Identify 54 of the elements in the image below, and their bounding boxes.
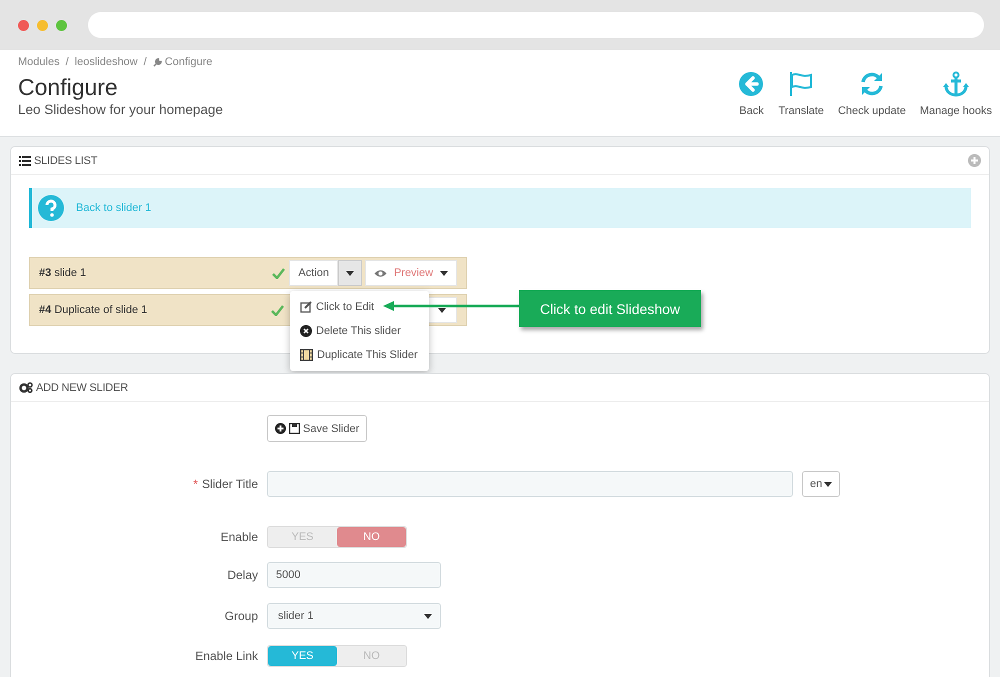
text-input-field[interactable]: 5000 bbox=[267, 562, 441, 588]
page-title: Configure bbox=[18, 74, 119, 101]
language-dropdown[interactable]: en bbox=[802, 471, 840, 497]
caret-icon bbox=[346, 270, 354, 276]
x-circle-icon bbox=[300, 325, 312, 337]
panel-title: SLIDES LIST bbox=[34, 154, 98, 166]
gears-icon bbox=[19, 382, 33, 393]
slide-title: #4 Duplicate of slide 1 bbox=[39, 304, 148, 316]
required-mark: * bbox=[193, 477, 198, 491]
menu-item[interactable]: Click to Edit bbox=[290, 295, 429, 319]
field-label: Enable bbox=[220, 530, 258, 544]
action-button[interactable]: Action bbox=[289, 260, 338, 286]
address-bar[interactable] bbox=[88, 12, 984, 38]
page-subtitle: Leo Slideshow for your homepage bbox=[18, 102, 223, 117]
slide-title: #3 slide 1 bbox=[39, 267, 88, 279]
toolbar-button[interactable]: Translate bbox=[778, 71, 824, 117]
caret-icon bbox=[424, 614, 432, 618]
question-circle-icon bbox=[38, 195, 64, 221]
field-label: Enable Link bbox=[195, 649, 258, 663]
panel-title: ADD NEW SLIDER bbox=[36, 382, 128, 394]
maximize-dot-icon[interactable] bbox=[56, 20, 67, 30]
breadcrumb-separator: / bbox=[144, 56, 147, 68]
refresh-icon bbox=[858, 71, 885, 97]
title-input-field[interactable] bbox=[267, 471, 793, 497]
close-dot-icon[interactable] bbox=[18, 20, 29, 30]
group-select[interactable]: slider 1 bbox=[267, 603, 441, 629]
eye-icon bbox=[374, 268, 387, 278]
edit-icon bbox=[300, 301, 312, 313]
caret-icon bbox=[824, 482, 832, 486]
field-label: Group bbox=[224, 609, 258, 623]
toolbar-button[interactable]: Back bbox=[738, 71, 764, 117]
menu-item[interactable]: Duplicate This Slider bbox=[290, 343, 429, 367]
breadcrumb-link[interactable]: Modules bbox=[18, 56, 60, 68]
flag-icon bbox=[788, 71, 814, 97]
caret-icon bbox=[438, 308, 446, 312]
toolbar-button[interactable]: Check update bbox=[838, 71, 906, 117]
annotation-callout: Click to edit Slideshow bbox=[519, 290, 701, 327]
caret-icon bbox=[440, 270, 448, 276]
slide-row[interactable]: #3 slide 1 Action Preview bbox=[29, 257, 467, 289]
film-icon bbox=[300, 349, 313, 361]
wrench-icon bbox=[152, 58, 162, 66]
breadcrumb-link[interactable]: leoslideshow bbox=[74, 56, 138, 68]
breadcrumb-current: Configure bbox=[164, 56, 212, 68]
field-label: Delay bbox=[227, 568, 258, 582]
anchor-icon bbox=[942, 71, 969, 97]
toolbar-button[interactable]: Manage hooks bbox=[920, 71, 992, 117]
action-dropdown-toggle[interactable] bbox=[338, 260, 362, 286]
minimize-dot-icon[interactable] bbox=[37, 20, 48, 30]
plus-circle-icon[interactable] bbox=[968, 154, 981, 167]
plus-circle-icon bbox=[275, 423, 286, 434]
list-icon bbox=[19, 156, 31, 166]
field-label: * Slider Title bbox=[193, 477, 258, 491]
breadcrumb-separator: / bbox=[66, 56, 69, 68]
save-button[interactable]: Save Slider bbox=[267, 415, 368, 442]
